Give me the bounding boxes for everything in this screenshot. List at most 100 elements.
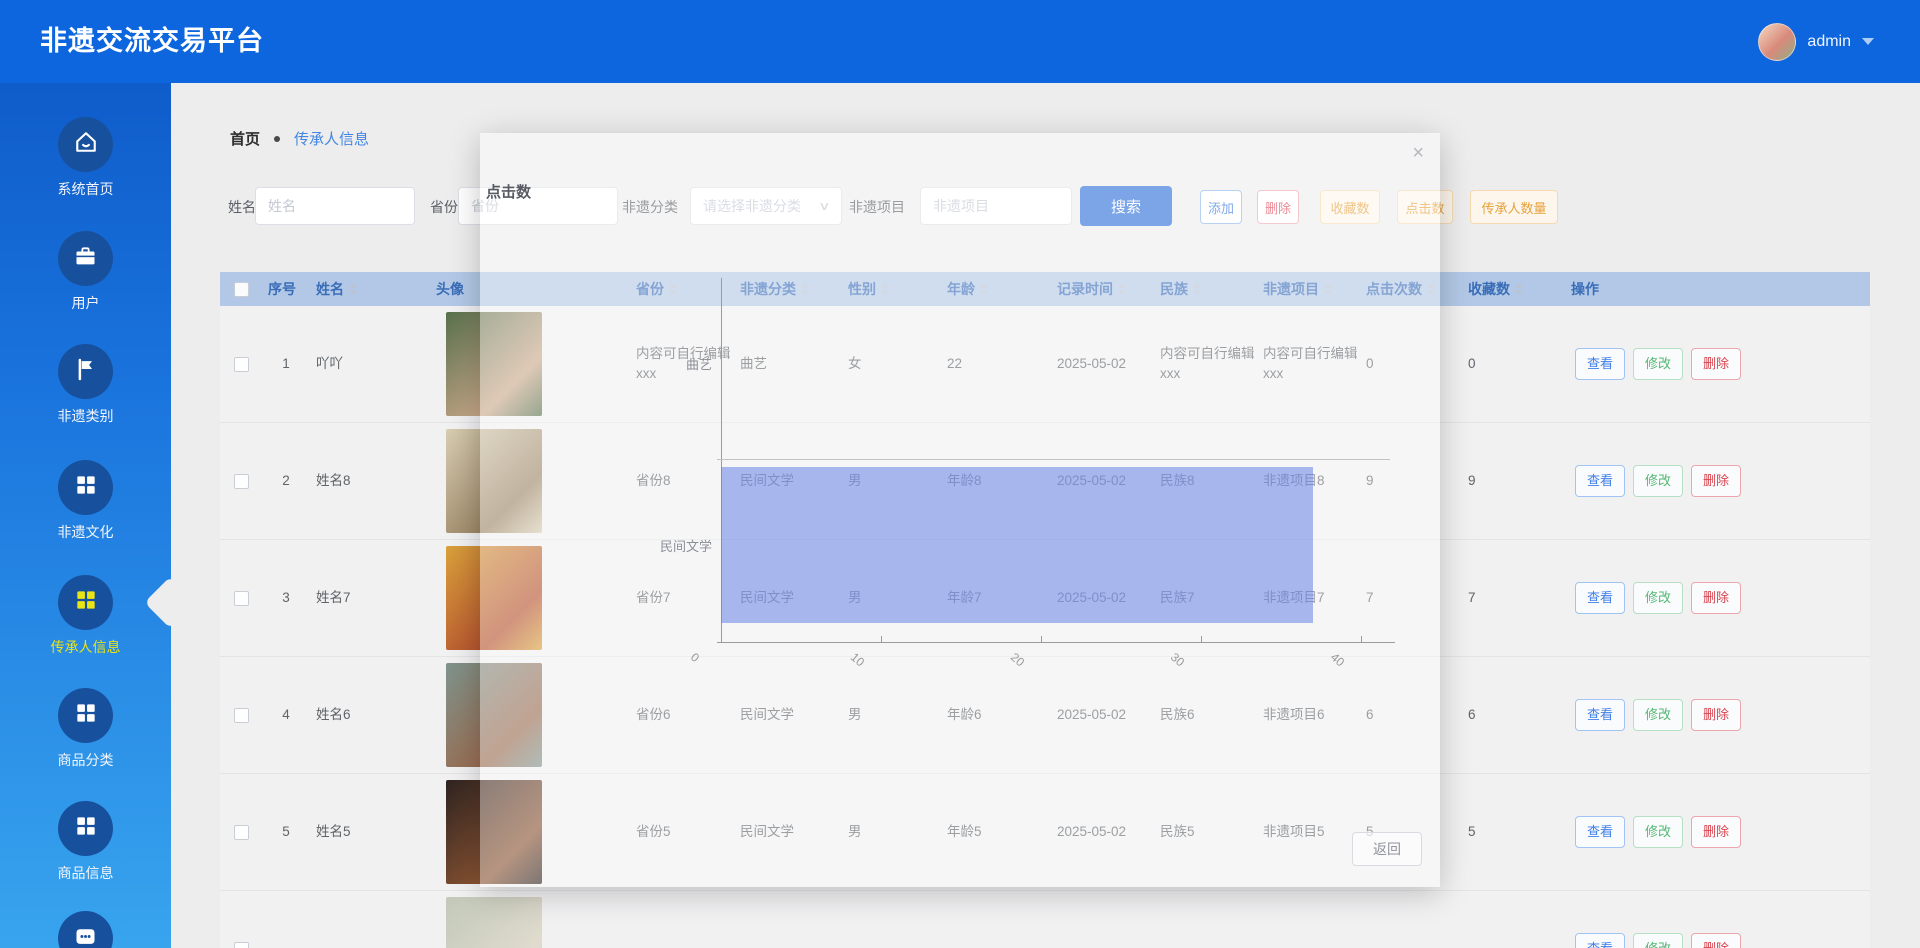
user-avatar[interactable] [1758, 23, 1796, 61]
user-name: admin [1807, 33, 1851, 51]
sidebar-item-inheritor-info[interactable]: 传承人信息 [0, 575, 171, 671]
column-header-actions: 操作 [1565, 272, 1870, 306]
cell-name: 姓名7 [310, 588, 430, 608]
row-checkbox[interactable] [234, 708, 249, 723]
delete-button[interactable]: 删除 [1691, 465, 1741, 497]
row-checkbox[interactable] [234, 942, 249, 948]
sidebar: 系统首页 用户 非遗类别 非遗文化 传承人信息 商品分类 商品信息 [0, 83, 171, 948]
sort-carets-icon[interactable] [1515, 283, 1523, 295]
cell-favorites: 9 [1462, 471, 1565, 491]
province-label: 省份 [430, 197, 458, 217]
column-label: 序号 [268, 279, 296, 299]
cell-name: 姓名5 [310, 822, 430, 842]
view-button[interactable]: 查看 [1575, 933, 1625, 948]
cell-index: 3 [262, 588, 310, 608]
sidebar-item-users[interactable]: 用户 [0, 231, 171, 327]
app-title: 非遗交流交易平台 [40, 0, 264, 83]
sidebar-item-product-category[interactable]: 商品分类 [0, 688, 171, 784]
sidebar-item-more[interactable] [0, 911, 171, 948]
sidebar-item-label: 系统首页 [0, 179, 171, 199]
x-axis-tick-label: 20 [1008, 650, 1027, 669]
cell-avatar [430, 897, 630, 948]
breadcrumb: 首页 传承人信息 [230, 128, 369, 149]
name-input[interactable] [255, 187, 415, 225]
sort-carets-icon[interactable] [349, 283, 357, 295]
view-button[interactable]: 查看 [1575, 465, 1625, 497]
cell-checkbox [220, 708, 262, 723]
chart-x-axis [717, 642, 1395, 643]
breadcrumb-dot-icon [274, 136, 280, 142]
clicks-stats-modal: 点击数 × 010203040曲艺民间文学 返回 [480, 133, 1440, 887]
modal-title: 点击数 [486, 181, 531, 202]
inheritor-count-button[interactable]: 传承人数量 [1470, 190, 1558, 224]
cell-actions: 查看 修改 删除 [1565, 816, 1870, 848]
view-button[interactable]: 查看 [1575, 582, 1625, 614]
column-header-index: 序号 [262, 272, 310, 306]
sidebar-item-home[interactable]: 系统首页 [0, 117, 171, 213]
cell-checkbox [220, 591, 262, 606]
cell-actions: 查看 修改 删除 [1565, 348, 1870, 380]
cell-actions: 查看 修改 删除 [1565, 699, 1870, 731]
sidebar-item-heritage-category[interactable]: 非遗类别 [0, 344, 171, 440]
chart-split-line [717, 459, 1390, 460]
edit-button[interactable]: 修改 [1633, 933, 1683, 948]
x-axis-tick-label: 30 [1168, 650, 1187, 669]
column-header-name[interactable]: 姓名 [310, 272, 430, 306]
cell-index: 5 [262, 822, 310, 842]
x-axis-tick [1201, 636, 1202, 642]
breadcrumb-home[interactable]: 首页 [230, 128, 260, 149]
cell-index: 4 [262, 705, 310, 725]
edit-button[interactable]: 修改 [1633, 816, 1683, 848]
delete-button[interactable]: 删除 [1691, 933, 1741, 948]
view-button[interactable]: 查看 [1575, 699, 1625, 731]
row-checkbox[interactable] [234, 474, 249, 489]
view-button[interactable]: 查看 [1575, 816, 1625, 848]
row-checkbox[interactable] [234, 591, 249, 606]
y-axis-category-label: 民间文学 [630, 536, 712, 555]
delete-button[interactable]: 删除 [1691, 582, 1741, 614]
row-checkbox[interactable] [234, 357, 249, 372]
active-item-notch [144, 576, 196, 628]
sidebar-item-label: 商品信息 [0, 863, 171, 883]
table-row: 查看 修改 删除 [220, 891, 1870, 948]
dots-icon [72, 923, 99, 948]
column-header-favorites[interactable]: 收藏数 [1462, 272, 1565, 306]
sidebar-item-label: 商品分类 [0, 750, 171, 770]
delete-button[interactable]: 删除 [1691, 816, 1741, 848]
name-label: 姓名 [228, 197, 256, 217]
sidebar-item-label: 非遗类别 [0, 406, 171, 426]
user-menu[interactable]: admin [1758, 0, 1874, 83]
y-axis-category-label: 曲艺 [630, 354, 712, 373]
column-header-cb [220, 272, 262, 306]
cell-checkbox [220, 825, 262, 840]
edit-button[interactable]: 修改 [1633, 699, 1683, 731]
avatar-image[interactable] [446, 897, 542, 948]
app-window: 非遗交流交易平台 admin 系统首页 用户 非遗类别 非遗文化 传承人信息 商… [0, 0, 1920, 948]
sidebar-item-product-info[interactable]: 商品信息 [0, 801, 171, 897]
column-label: 头像 [436, 279, 464, 299]
back-button[interactable]: 返回 [1352, 832, 1422, 866]
cell-actions: 查看 修改 删除 [1565, 933, 1870, 948]
x-axis-tick [881, 636, 882, 642]
column-label: 操作 [1571, 279, 1599, 299]
delete-button[interactable]: 删除 [1691, 699, 1741, 731]
breadcrumb-current[interactable]: 传承人信息 [294, 128, 369, 149]
row-checkbox[interactable] [234, 825, 249, 840]
edit-button[interactable]: 修改 [1633, 465, 1683, 497]
grid-icon [73, 700, 99, 731]
cell-favorites: 6 [1462, 705, 1565, 725]
delete-button[interactable]: 删除 [1691, 348, 1741, 380]
grid-icon [73, 587, 99, 618]
edit-button[interactable]: 修改 [1633, 348, 1683, 380]
grid-icon [73, 472, 99, 503]
x-axis-tick [1361, 636, 1362, 642]
cell-name: 吖吖 [310, 354, 430, 374]
view-button[interactable]: 查看 [1575, 348, 1625, 380]
edit-button[interactable]: 修改 [1633, 582, 1683, 614]
x-axis-tick [721, 636, 722, 642]
sidebar-item-heritage-culture[interactable]: 非遗文化 [0, 460, 171, 556]
chart-bar[interactable] [721, 467, 1313, 623]
x-axis-tick-label: 40 [1328, 650, 1347, 669]
select-all-checkbox[interactable] [234, 282, 249, 297]
close-icon[interactable]: × [1412, 143, 1424, 163]
